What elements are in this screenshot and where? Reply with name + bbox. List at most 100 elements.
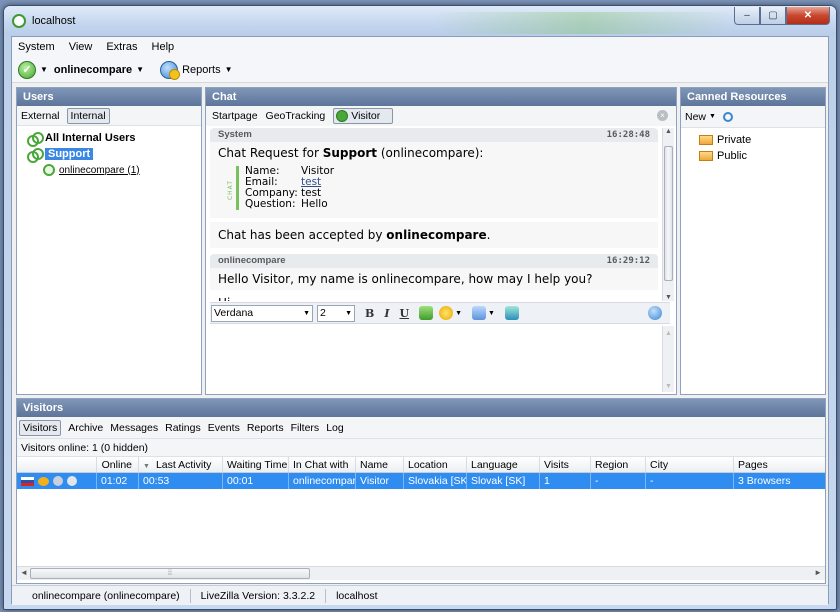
menu-bar: System View Extras Help xyxy=(12,37,828,57)
away-status-icon xyxy=(53,476,63,487)
new-dropdown-arrow[interactable]: ▼ xyxy=(709,113,716,120)
scrollbar-thumb[interactable]: ⁞⁞ xyxy=(30,568,310,579)
tab-archive[interactable]: Archive xyxy=(68,422,103,434)
chat-log-scrollbar[interactable]: ▲ ▼ xyxy=(662,128,674,301)
status-version: LiveZilla Version: 3.3.2.2 xyxy=(191,588,327,603)
operator-status-icon xyxy=(43,164,55,176)
message-header: System 16:28:48 xyxy=(210,128,658,142)
chat-log: System 16:28:48 Chat Request for Support… xyxy=(210,128,658,301)
col-language[interactable]: Language xyxy=(467,457,540,472)
folder-icon xyxy=(699,135,713,145)
user-dropdown-arrow[interactable]: ▼ xyxy=(136,65,144,74)
translate-icon[interactable] xyxy=(504,306,519,320)
menu-help[interactable]: Help xyxy=(152,41,175,53)
tab-filters[interactable]: Filters xyxy=(291,422,320,434)
tab-reports[interactable]: Reports xyxy=(247,422,284,434)
status-bar: onlinecompare (onlinecompare) LiveZilla … xyxy=(12,585,828,605)
menu-view[interactable]: View xyxy=(69,41,93,53)
search-icon[interactable] xyxy=(722,111,733,122)
scroll-left-arrow[interactable]: ◄ xyxy=(20,568,28,577)
tab-visitor[interactable]: Visitor xyxy=(333,108,394,124)
visitor-tab-icon xyxy=(336,110,349,122)
tree-member-onlinecompare[interactable]: onlinecompare (1) xyxy=(23,162,195,178)
tab-visitors[interactable]: Visitors xyxy=(19,419,62,436)
bold-button[interactable]: B xyxy=(365,307,374,320)
underline-button[interactable]: U xyxy=(399,307,409,320)
online-status-icon[interactable]: ✓ xyxy=(18,60,36,79)
users-tree: All Internal Users Support onlinecompare… xyxy=(17,126,201,182)
tab-log[interactable]: Log xyxy=(326,422,344,434)
tab-internal[interactable]: Internal xyxy=(66,107,110,124)
folder-icon xyxy=(699,151,713,161)
font-select[interactable]: Verdana ▼ xyxy=(211,304,313,322)
menu-extras[interactable]: Extras xyxy=(106,41,137,53)
scrollbar-thumb[interactable] xyxy=(664,146,673,281)
browser-icon xyxy=(67,476,77,487)
users-group-icon xyxy=(27,148,44,163)
col-name[interactable]: Name xyxy=(356,457,404,472)
col-last-activity[interactable]: ▼ Last Activity xyxy=(139,457,223,472)
canned-tree: Private Public xyxy=(681,128,825,168)
input-scrollbar[interactable]: ▲ ▼ xyxy=(662,326,674,392)
tab-ratings[interactable]: Ratings xyxy=(165,422,201,434)
close-chat-icon[interactable]: × xyxy=(657,110,668,121)
tab-geotracking[interactable]: GeoTracking xyxy=(266,110,326,122)
minimize-button[interactable]: – xyxy=(734,7,760,25)
chat-bubble-icon xyxy=(38,476,49,486)
visitor-message: Hi xyxy=(210,292,658,301)
insert-link-icon[interactable] xyxy=(472,306,486,320)
col-region[interactable]: Region xyxy=(591,457,646,472)
table-row[interactable]: 01:02 00:53 00:01 onlinecompare Visitor … xyxy=(17,473,825,489)
chat-panel: Chat Startpage GeoTracking Visitor × Sys… xyxy=(205,87,677,395)
col-online[interactable]: Online xyxy=(97,457,139,472)
app-icon xyxy=(12,14,26,28)
table-header: Online ▼ Last Activity Waiting Time In Ch… xyxy=(17,457,825,473)
menu-system[interactable]: System xyxy=(18,41,55,53)
maximize-button[interactable]: ▢ xyxy=(760,7,786,25)
status-dropdown-arrow[interactable]: ▼ xyxy=(40,65,48,74)
col-location[interactable]: Location xyxy=(404,457,467,472)
user-selector[interactable]: onlinecompare xyxy=(54,64,132,76)
italic-button[interactable]: I xyxy=(384,307,389,320)
reports-dropdown-arrow[interactable]: ▼ xyxy=(225,65,233,74)
message-body: Chat Request for Support (onlinecompare)… xyxy=(210,142,658,218)
title-bar[interactable]: localhost – ▢ ✕ xyxy=(4,6,836,36)
tab-startpage[interactable]: Startpage xyxy=(212,110,258,122)
app-window: localhost – ▢ ✕ System View Extras Help … xyxy=(3,5,837,610)
users-group-icon xyxy=(27,132,44,147)
text-color-icon[interactable] xyxy=(419,306,434,320)
reports-button[interactable]: Reports xyxy=(182,64,221,76)
reports-globe-icon[interactable] xyxy=(160,60,181,80)
tree-all-internal-users[interactable]: All Internal Users xyxy=(23,130,195,147)
window-title: localhost xyxy=(32,15,76,27)
font-size-select[interactable]: 2 ▼ xyxy=(317,304,355,322)
tab-messages[interactable]: Messages xyxy=(110,422,158,434)
slovakia-flag-icon xyxy=(21,476,34,486)
users-panel-title: Users xyxy=(17,88,201,106)
folder-private[interactable]: Private xyxy=(699,132,819,148)
canned-toolbar: New ▼ xyxy=(681,106,825,128)
col-waiting-time[interactable]: Waiting Time xyxy=(223,457,289,472)
visitors-panel-title: Visitors xyxy=(17,399,825,417)
col-city[interactable]: City xyxy=(646,457,734,472)
smiley-icon[interactable] xyxy=(439,306,454,320)
message-input[interactable] xyxy=(210,325,670,393)
folder-public[interactable]: Public xyxy=(699,148,819,164)
status-server: localhost xyxy=(336,589,378,602)
users-panel: Users External Internal All Internal Use… xyxy=(16,87,202,395)
tree-group-support[interactable]: Support xyxy=(23,146,195,163)
new-resource-button[interactable]: New xyxy=(685,111,706,123)
col-visits[interactable]: Visits xyxy=(540,457,591,472)
tab-external[interactable]: External xyxy=(21,110,60,122)
toolbar: ✓ ▼ onlinecompare ▼ Reports ▼ xyxy=(12,57,828,83)
close-button[interactable]: ✕ xyxy=(786,7,830,25)
col-pages[interactable]: Pages xyxy=(734,457,825,472)
tab-events[interactable]: Events xyxy=(208,422,240,434)
col-in-chat-with[interactable]: In Chat with xyxy=(289,457,356,472)
scroll-right-arrow[interactable]: ► xyxy=(814,568,822,577)
visitors-horizontal-scrollbar[interactable]: ◄ ⁞⁞ ► xyxy=(17,566,825,580)
chat-request-line: Chat Request for Support (onlinecompare)… xyxy=(218,146,484,160)
send-icon[interactable] xyxy=(648,306,662,320)
canned-panel-title: Canned Resources xyxy=(681,88,825,106)
field-question: Hello xyxy=(301,198,328,210)
